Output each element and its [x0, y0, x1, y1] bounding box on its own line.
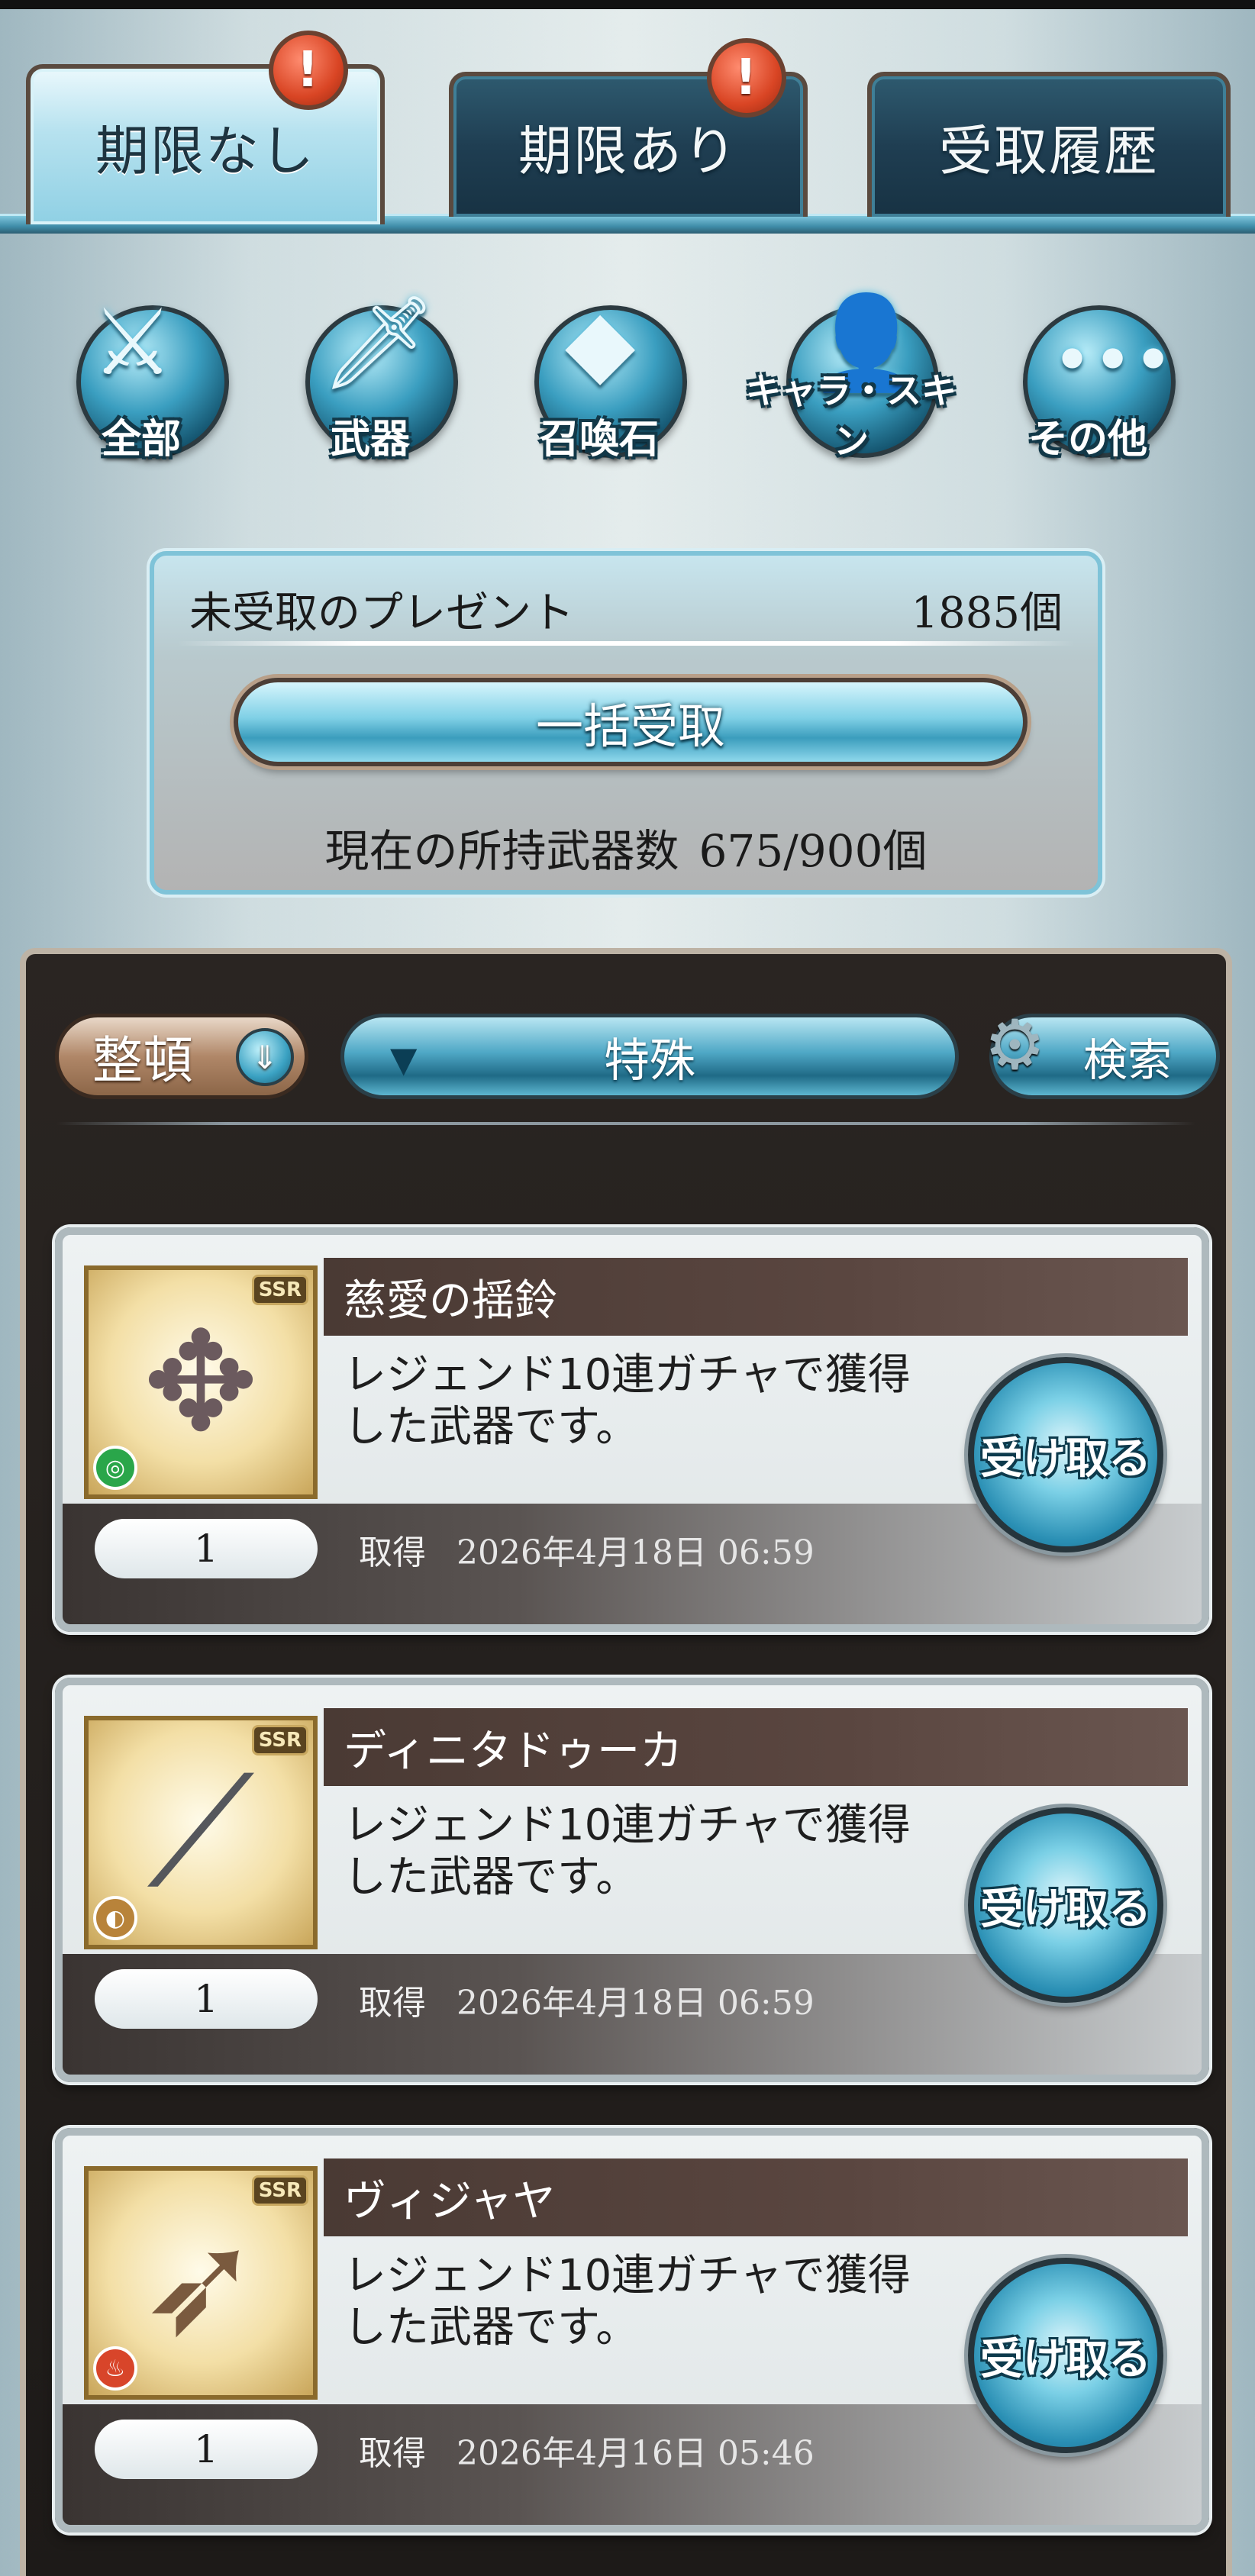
filter-toolbar: 整頓 ⇓ ▼ 特殊 ⚙ 検索	[26, 954, 1226, 1137]
rarity-badge: SSR	[251, 2175, 308, 2206]
obtained-info: 取得 2026年4月18日 06:59	[359, 1975, 815, 2024]
category-label: 武器	[330, 417, 410, 463]
item-quantity: 1	[95, 1969, 318, 2029]
weapon-thumbnail[interactable]: ✥ SSR ◎	[84, 1265, 318, 1499]
receive-button[interactable]: 受け取る	[968, 1357, 1163, 1552]
item-description: レジェンド10連ガチャで獲得した武器です。	[344, 2251, 911, 2352]
search-label: 検索	[1082, 1034, 1172, 1086]
category-filter-row: ⚔ 全部 🗡 武器 ◆ 召喚石 👤 キャラ・スキン ••• その他	[0, 275, 1255, 488]
category-weapon[interactable]: 🗡 武器	[275, 275, 466, 473]
tab-with-deadline[interactable]: 期限あり !	[449, 38, 808, 217]
holdings-value: 675/900個	[698, 825, 928, 877]
category-label: その他	[1028, 417, 1147, 463]
present-item-card: ✥ SSR ◎ 慈愛の揺鈴 レジェンド10連ガチャで獲得した武器です。 1 取得…	[55, 1227, 1209, 1632]
item-name: 慈愛の揺鈴	[324, 1258, 1188, 1336]
present-item-card: ⟋ SSR ◐ ディニタドゥーカ レジェンド10連ガチャで獲得した武器です。 1…	[55, 1678, 1209, 2082]
crystal-glyph: ◆	[565, 290, 636, 396]
bulk-receive-button[interactable]: 一括受取	[234, 678, 1028, 766]
tab-label: 期限なし	[95, 119, 315, 182]
obtained-label: 取得	[359, 2434, 426, 2473]
tab-label: 期限あり	[518, 119, 738, 182]
category-label: キャラ・スキン	[746, 370, 957, 462]
status-bar	[0, 0, 1255, 9]
obtained-date: 2026年4月18日 06:59	[457, 1984, 815, 2023]
filter-label: 特殊	[604, 1033, 695, 1088]
present-item-card: ➶ SSR ♨ ヴィジャヤ レジェンド10連ガチャで獲得した武器です。 1 取得…	[55, 2128, 1209, 2532]
present-list-panel: 整頓 ⇓ ▼ 特殊 ⚙ 検索 ✥ SSR ◎ 慈愛の揺鈴 レジェンド10連ガチャ…	[20, 948, 1232, 2576]
category-other[interactable]: ••• その他	[992, 275, 1183, 473]
category-summon[interactable]: ◆ 召喚石	[504, 275, 695, 473]
obtained-label: 取得	[359, 1984, 426, 2023]
tab-label: 受取履歴	[939, 119, 1159, 182]
weapon-thumbnail[interactable]: ➶ SSR ♨	[84, 2166, 318, 2400]
unclaimed-title: 未受取のプレゼント	[189, 588, 574, 638]
obtained-date: 2026年4月16日 05:46	[457, 2434, 815, 2473]
rarity-badge: SSR	[251, 1275, 308, 1305]
category-character[interactable]: 👤 キャラ・スキン	[733, 275, 969, 473]
obtained-label: 取得	[359, 1533, 426, 1572]
holdings-label: 現在の所持武器数	[324, 825, 679, 877]
gear-icon: ⚙	[984, 1005, 1046, 1085]
sword-glyph: 🗡	[321, 290, 437, 396]
wind-element-icon: ◎	[93, 1446, 137, 1490]
sort-label: 整頓	[92, 1031, 193, 1090]
item-quantity: 1	[95, 2420, 318, 2479]
obtained-date: 2026年4月18日 06:59	[457, 1533, 815, 1572]
sort-chevron-icon: ⇓	[236, 1028, 294, 1086]
obtained-info: 取得 2026年4月16日 05:46	[359, 2426, 815, 2474]
dropdown-arrow-icon: ▼	[390, 1039, 418, 1080]
obtained-info: 取得 2026年4月18日 06:59	[359, 1525, 815, 1574]
weapon-holdings: 現在の所持武器数 675/900個	[154, 815, 1098, 879]
category-label: 召喚石	[539, 417, 659, 463]
item-description: レジェンド10連ガチャで獲得した武器です。	[344, 1801, 911, 1902]
present-tabs: 期限なし ! 期限あり ! 受取履歴	[0, 9, 1255, 234]
unclaimed-summary-panel: 未受取のプレゼント 1885個 一括受取 現在の所持武器数 675/900個	[150, 551, 1102, 895]
all-items-glyph: ⚔	[92, 290, 174, 396]
tab-history[interactable]: 受取履歴	[867, 72, 1231, 217]
tab-no-deadline[interactable]: 期限なし !	[26, 31, 385, 224]
receive-button[interactable]: 受け取る	[968, 2258, 1163, 2453]
more-dots-glyph: •••	[1052, 321, 1174, 401]
search-button[interactable]: ⚙ 検索	[984, 1005, 1220, 1099]
category-all[interactable]: ⚔ 全部	[46, 275, 237, 473]
sort-button[interactable]: 整頓 ⇓	[55, 1014, 308, 1099]
rarity-badge: SSR	[251, 1725, 308, 1755]
item-name: ヴィジャヤ	[324, 2158, 1188, 2236]
item-name: ディニタドゥーカ	[324, 1708, 1188, 1786]
divider	[177, 641, 1075, 646]
alert-badge-icon: !	[269, 31, 348, 110]
divider	[56, 1122, 1195, 1125]
unclaimed-count: 1885個	[911, 588, 1063, 638]
item-description: レジェンド10連ガチャで獲得した武器です。	[344, 1350, 911, 1452]
category-label: 全部	[101, 417, 181, 463]
filter-dropdown[interactable]: ▼ 特殊	[340, 1014, 959, 1099]
alert-badge-icon: !	[707, 38, 786, 118]
earth-element-icon: ◐	[93, 1896, 137, 1940]
weapon-thumbnail[interactable]: ⟋ SSR ◐	[84, 1716, 318, 1949]
item-quantity: 1	[95, 1519, 318, 1578]
receive-button[interactable]: 受け取る	[968, 1807, 1163, 2003]
fire-element-icon: ♨	[93, 2346, 137, 2391]
